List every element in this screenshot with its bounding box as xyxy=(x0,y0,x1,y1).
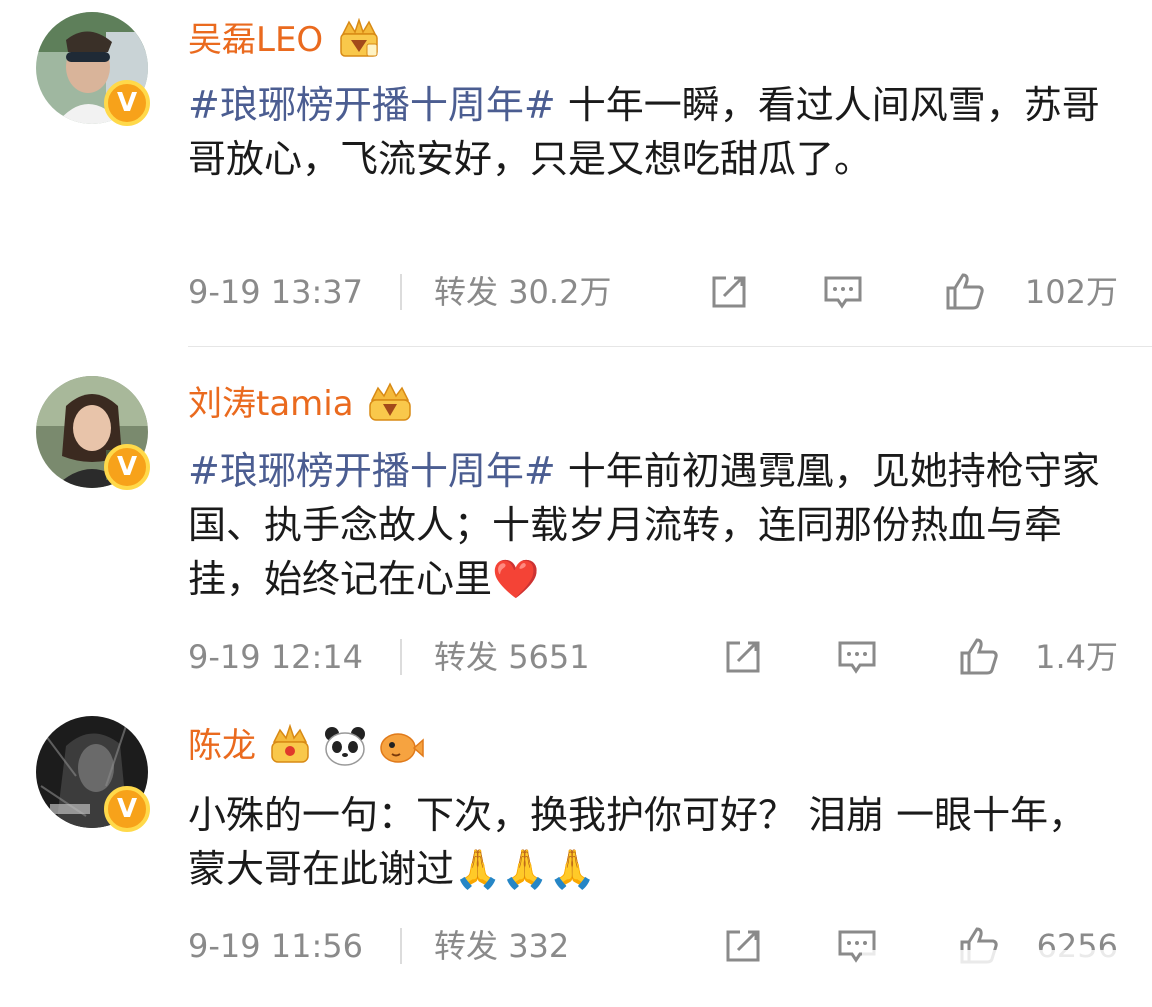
meta-divider xyxy=(400,928,402,964)
username[interactable]: 刘涛tamia xyxy=(188,380,414,428)
thumbs-up-icon[interactable] xyxy=(958,637,1000,677)
like-count: 102万 xyxy=(1024,273,1118,311)
verified-badge: V xyxy=(104,80,150,126)
post-time: 9-19 13:37 xyxy=(188,273,364,311)
post-text: 小殊的一句：下次，换我护你可好？ 泪崩 一眼十年，蒙大哥在此谢过🙏🙏🙏 xyxy=(188,788,1118,896)
share-icon[interactable] xyxy=(722,637,764,677)
pufferfish-icon xyxy=(378,724,424,768)
divider xyxy=(188,346,1152,347)
username-text: 吴磊LEO xyxy=(188,20,324,60)
repost-count: 5651 xyxy=(508,638,590,676)
post-text: #琅琊榜开播十周年# 十年前初遇霓凰，见她持枪守家国、执手念故人；十载岁月流转，… xyxy=(188,444,1118,606)
meta-divider xyxy=(400,639,402,675)
hashtag-link[interactable]: #琅琊榜开播十周年# xyxy=(188,449,556,493)
verified-badge: V xyxy=(104,444,150,490)
username-text: 刘涛tamia xyxy=(188,384,354,424)
repost-button[interactable]: 转发 332 xyxy=(434,926,569,966)
meta-divider xyxy=(400,274,402,310)
repost-label: 转发 xyxy=(434,273,499,311)
post-meta: 9-19 12:14 转发 5651 1.4万 xyxy=(188,637,1118,677)
repost-button[interactable]: 转发 30.2万 xyxy=(434,272,611,312)
hashtag-link[interactable]: #琅琊榜开播十周年# xyxy=(188,83,556,127)
thumbs-up-icon[interactable] xyxy=(944,272,986,312)
crown-emblem-icon xyxy=(268,724,312,768)
username[interactable]: 吴磊LEO xyxy=(188,16,383,64)
repost-count: 332 xyxy=(508,927,570,965)
username[interactable]: 陈龙 xyxy=(188,722,424,770)
post-meta: 9-19 13:37 转发 30.2万 102万 xyxy=(188,272,1118,312)
like-count: 1.4万 xyxy=(1035,638,1118,676)
repost-label: 转发 xyxy=(434,638,499,676)
post-text: #琅琊榜开播十周年# 十年一瞬，看过人间风雪，苏哥哥放心，飞流安好，只是又想吃甜… xyxy=(188,78,1118,186)
username-text: 陈龙 xyxy=(188,726,256,766)
repost-button[interactable]: 转发 5651 xyxy=(434,637,590,677)
panda-icon xyxy=(322,724,368,768)
comment-icon[interactable] xyxy=(822,272,864,312)
post-body: 小殊的一句：下次，换我护你可好？ 泪崩 一眼十年，蒙大哥在此谢过🙏🙏🙏 xyxy=(188,793,1087,891)
share-icon[interactable] xyxy=(708,272,750,312)
repost-label: 转发 xyxy=(434,927,499,965)
watermark-overlay xyxy=(862,950,1152,1000)
comment-icon[interactable] xyxy=(836,637,878,677)
post-time: 9-19 11:56 xyxy=(188,927,364,965)
repost-count: 30.2万 xyxy=(508,273,612,311)
share-icon[interactable] xyxy=(722,926,764,966)
verified-badge: V xyxy=(104,786,150,832)
post-time: 9-19 12:14 xyxy=(188,638,364,676)
crown-emblem-icon xyxy=(366,382,414,426)
crown-emblem-icon xyxy=(335,18,383,62)
